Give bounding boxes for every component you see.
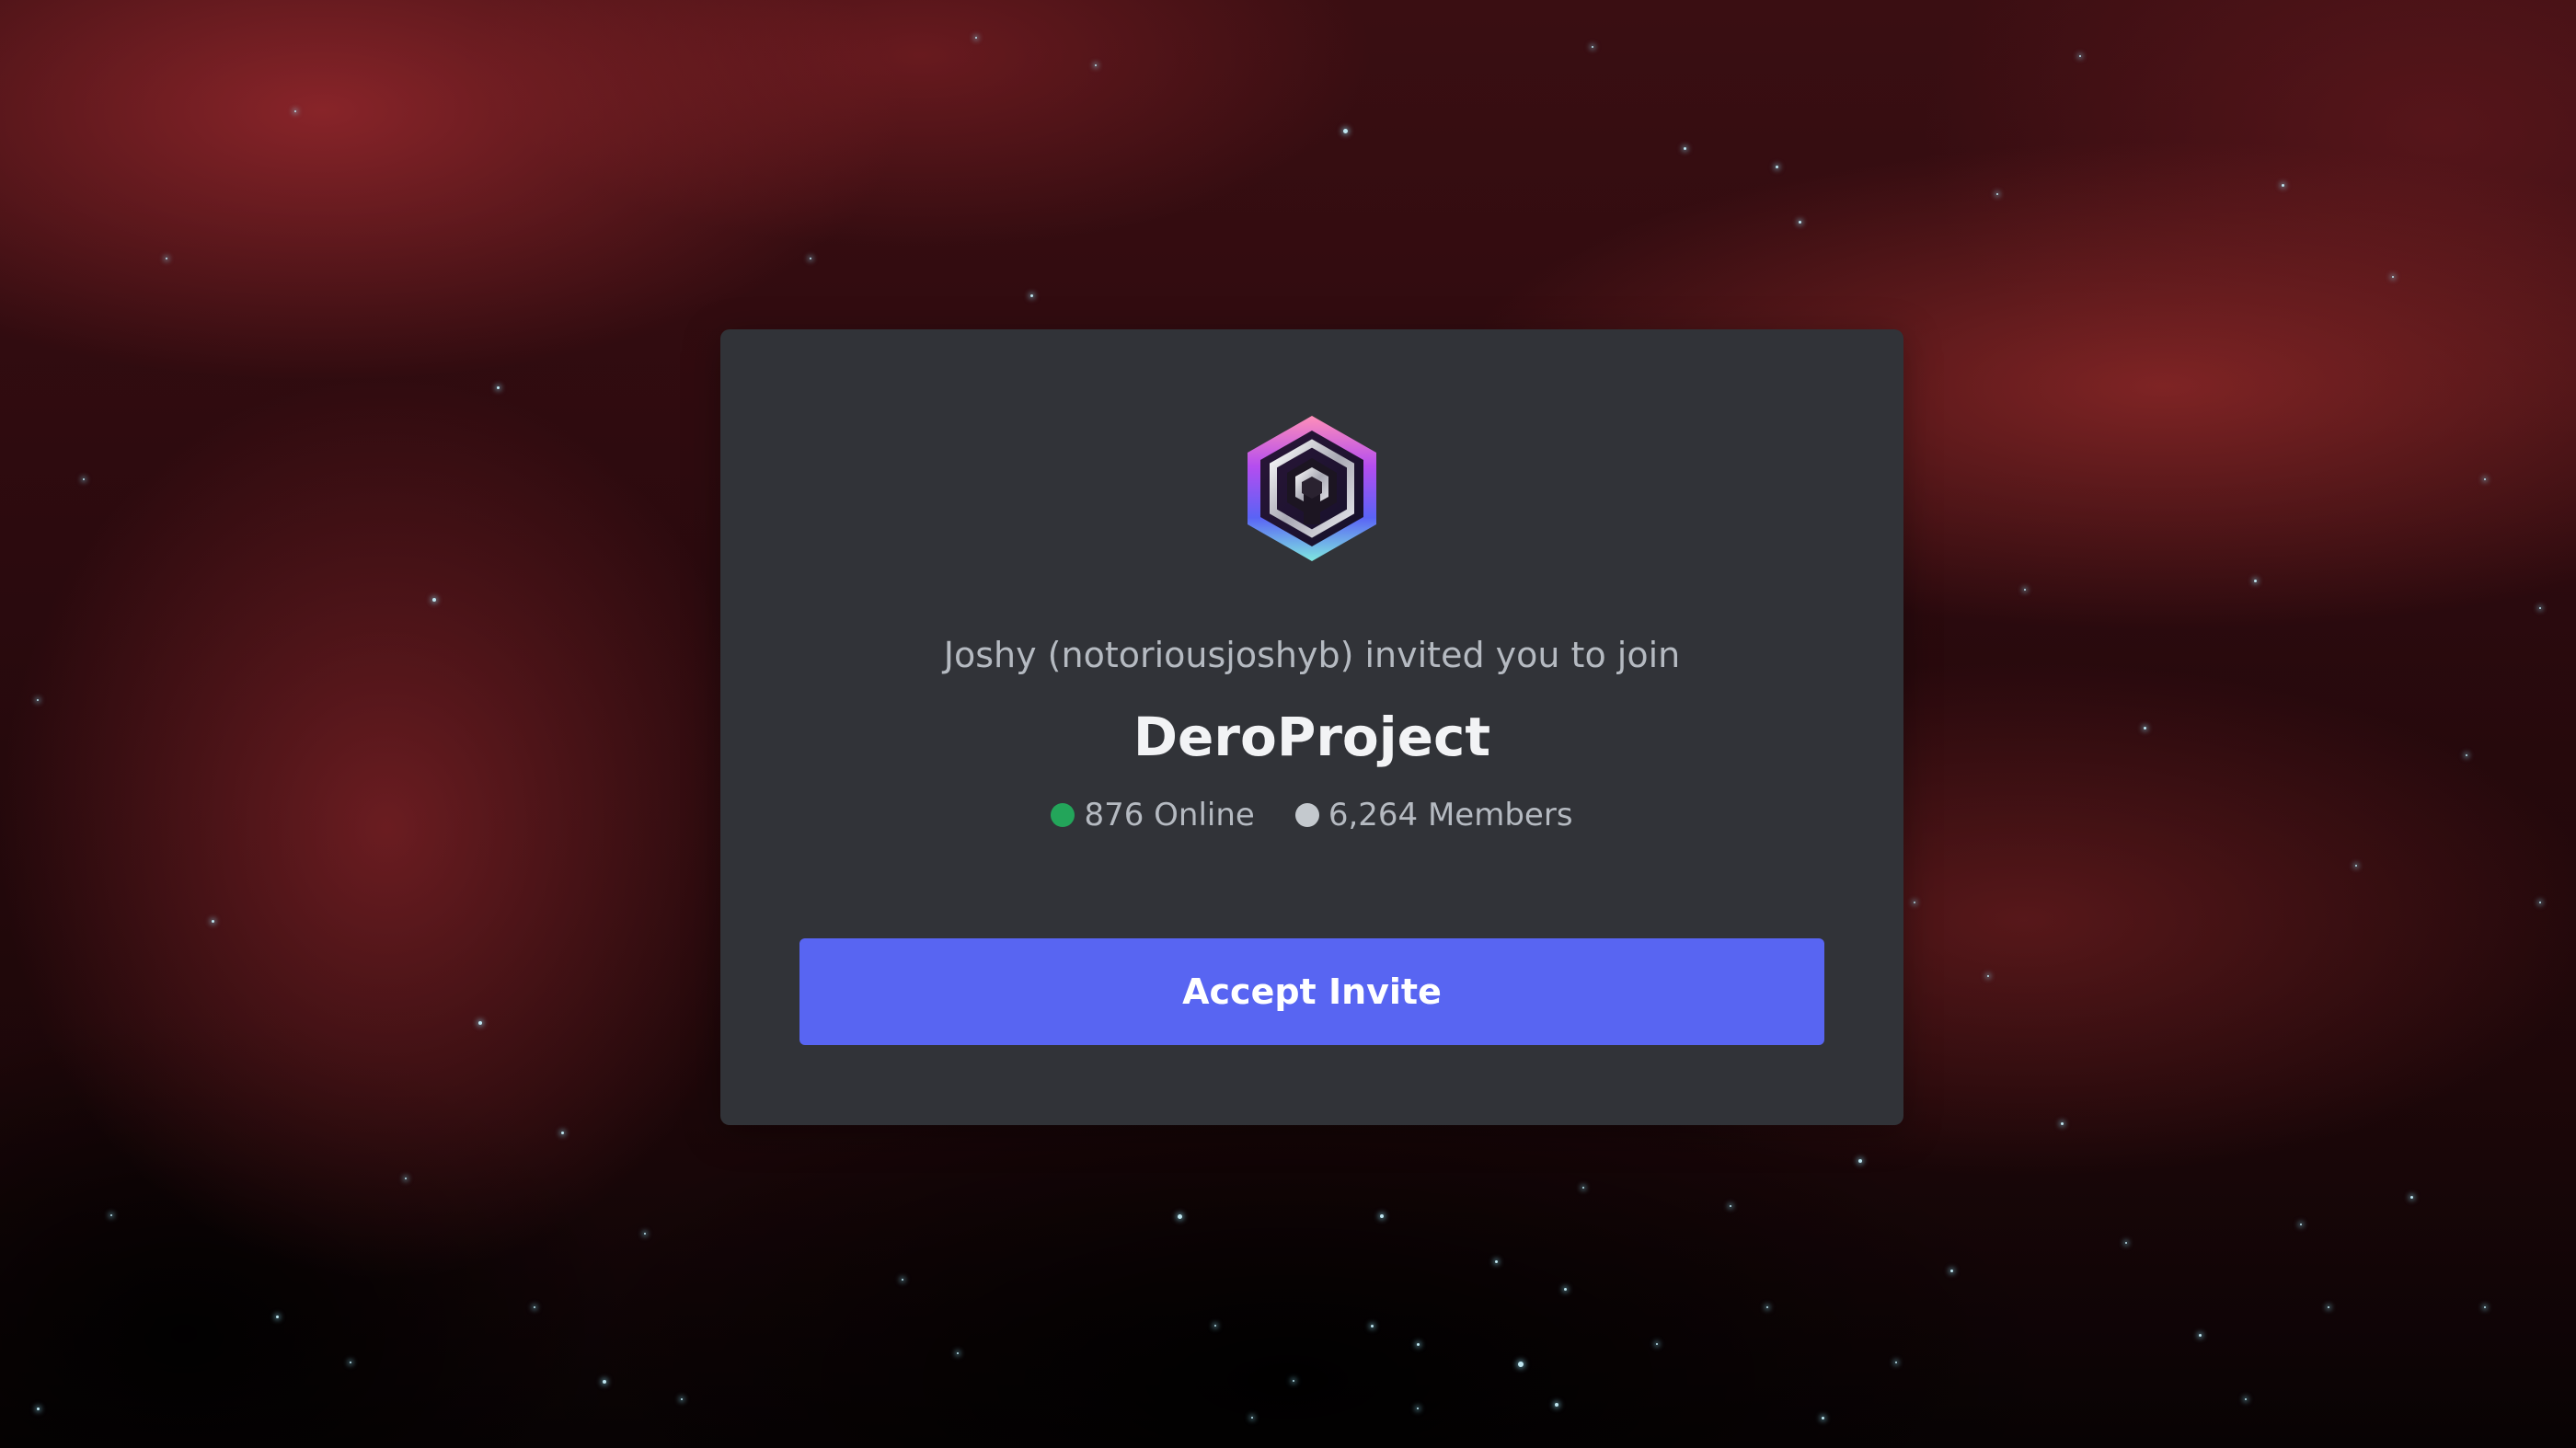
accept-invite-button[interactable]: Accept Invite	[799, 938, 1824, 1045]
star	[1095, 64, 1097, 66]
star	[1592, 46, 1593, 48]
star	[405, 1178, 407, 1179]
star	[2300, 1224, 2302, 1225]
star	[1417, 1343, 1420, 1346]
star	[1656, 1343, 1658, 1345]
star	[1030, 294, 1033, 297]
star	[1858, 1159, 1862, 1163]
star	[2024, 589, 2026, 591]
star	[2466, 754, 2467, 756]
members-status-dot	[1294, 803, 1319, 827]
star	[1822, 1417, 1824, 1419]
inviter-text: Joshy (notoriousjoshyb) invited you to j…	[943, 635, 1681, 675]
star	[2254, 580, 2257, 582]
star	[1178, 1214, 1182, 1219]
star	[2484, 1306, 2486, 1308]
star	[1564, 1288, 1567, 1291]
star	[2539, 902, 2541, 903]
invite-card: Joshy (notoriousjoshyb) invited you to j…	[720, 329, 1903, 1125]
star	[432, 598, 436, 602]
online-status-dot	[1051, 803, 1075, 827]
star	[1914, 902, 1915, 903]
star	[276, 1316, 279, 1318]
star	[1582, 1187, 1584, 1189]
star	[1371, 1325, 1374, 1327]
star	[1776, 166, 1778, 168]
star	[350, 1362, 351, 1363]
member-count: 6,264 Members	[1294, 794, 1573, 836]
star	[603, 1380, 606, 1384]
star	[1799, 221, 1801, 224]
star	[83, 478, 85, 480]
star	[2392, 276, 2394, 278]
star	[1495, 1260, 1498, 1263]
server-logo-hexagon-icon	[1241, 412, 1383, 565]
star	[2061, 1122, 2064, 1125]
star	[2484, 478, 2486, 480]
star	[294, 110, 296, 112]
server-stats: 876 Online 6,264 Members	[720, 794, 1903, 836]
star	[1987, 975, 1989, 977]
star	[1214, 1325, 1216, 1327]
star	[1555, 1403, 1558, 1407]
star	[1518, 1362, 1524, 1367]
star	[810, 258, 811, 259]
online-count: 876 Online	[1051, 794, 1255, 836]
star	[1417, 1408, 1419, 1409]
star	[2328, 1306, 2329, 1308]
star	[166, 258, 167, 259]
star	[2144, 727, 2146, 730]
star	[1293, 1380, 1294, 1382]
online-count-label: 876 Online	[1084, 797, 1255, 833]
star	[2410, 1196, 2413, 1199]
server-name: DeroProject	[1133, 706, 1491, 768]
member-count-label: 6,264 Members	[1328, 797, 1573, 833]
star	[212, 920, 214, 923]
star	[975, 37, 977, 39]
star	[1380, 1214, 1384, 1218]
star	[2355, 865, 2357, 867]
star	[1343, 129, 1348, 133]
star	[1895, 1362, 1897, 1363]
star	[1684, 147, 1686, 150]
star	[1950, 1270, 1953, 1272]
star	[2245, 1398, 2247, 1400]
star	[2539, 607, 2541, 609]
star	[2199, 1334, 2202, 1337]
star	[37, 1408, 40, 1410]
star	[561, 1132, 564, 1134]
star	[37, 699, 39, 701]
star	[497, 386, 500, 389]
star	[1766, 1306, 1768, 1308]
star	[644, 1233, 646, 1235]
star	[681, 1398, 683, 1400]
star	[1730, 1205, 1731, 1207]
star	[902, 1279, 903, 1281]
star	[2125, 1242, 2127, 1244]
star	[2282, 184, 2284, 187]
star	[110, 1214, 112, 1216]
star	[1996, 193, 1998, 195]
star	[1251, 1417, 1253, 1419]
star	[2079, 55, 2081, 57]
star	[534, 1306, 535, 1308]
star	[478, 1021, 482, 1025]
star	[957, 1352, 959, 1354]
